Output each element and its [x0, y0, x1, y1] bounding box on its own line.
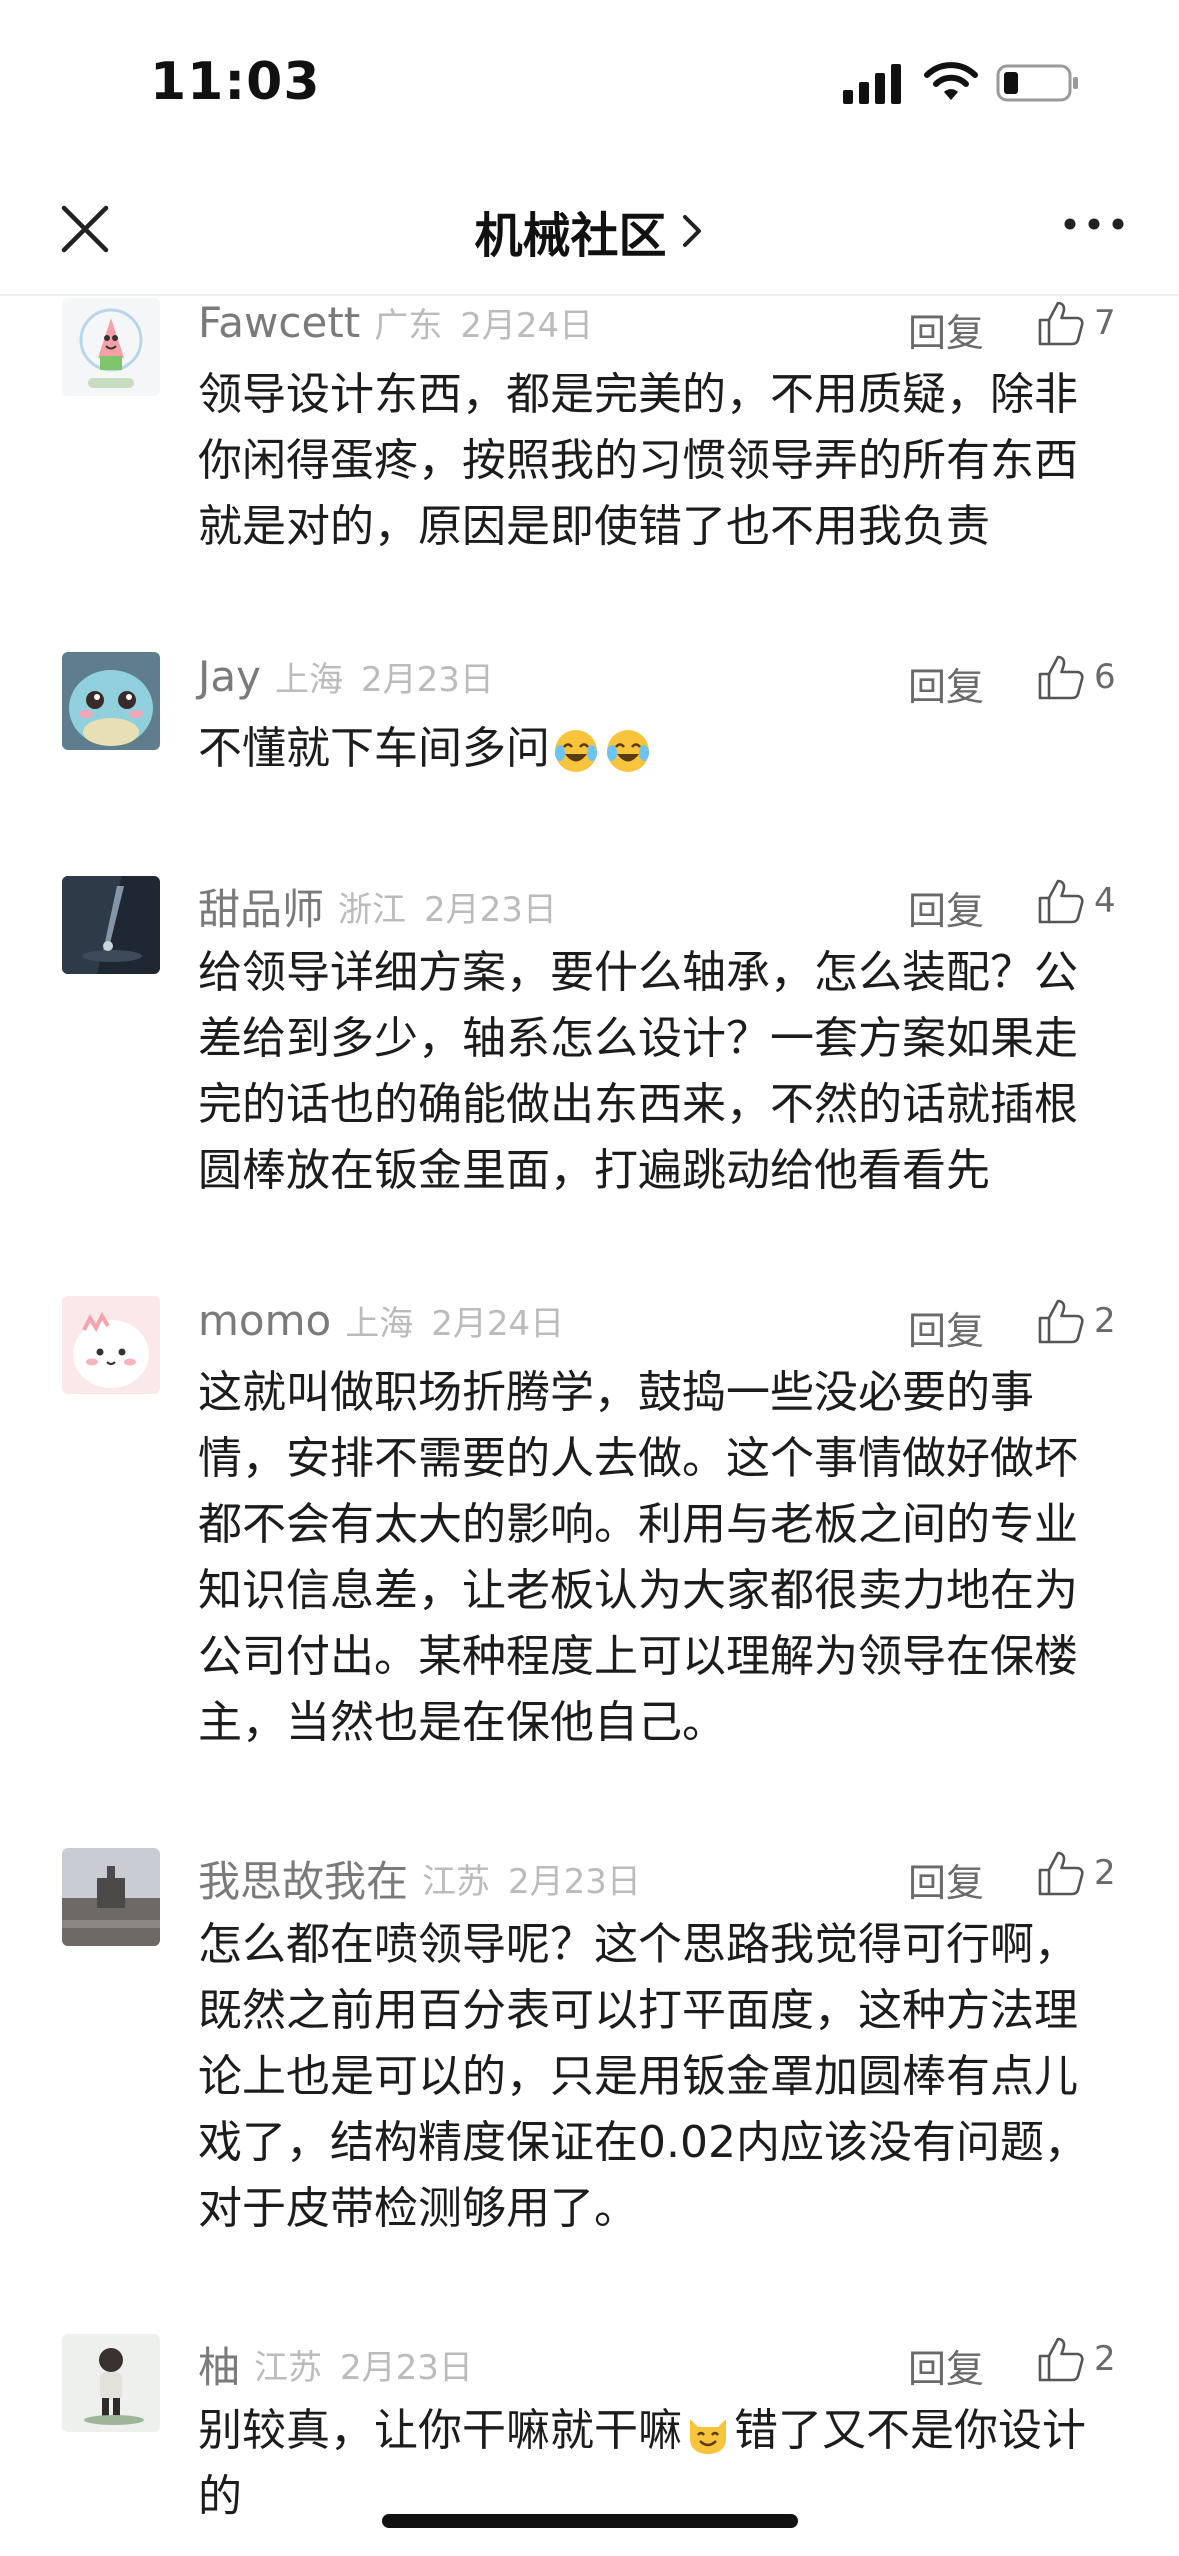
comment-text: 不懂就下车间多问 — [198, 723, 550, 774]
status-bar: 11:03 — [0, 0, 1179, 170]
avatar[interactable] — [62, 298, 160, 396]
comment-text: 别较真，让你干嘛就干嘛 — [198, 2405, 682, 2456]
location: 江苏 — [254, 2348, 323, 2388]
avatar[interactable] — [62, 1848, 160, 1946]
username[interactable]: 甜品师 — [198, 885, 324, 934]
comment-body: 领导设计东西，都是完美的，不用质疑，除非你闲得蛋疼，按照我的习惯领导弄的所有东西… — [198, 362, 1118, 560]
location: 浙江 — [338, 890, 407, 930]
like-button[interactable]: 7 — [1036, 298, 1116, 358]
thumbs-up-icon — [1038, 1851, 1084, 1896]
reply-button[interactable]: 回复 — [908, 1852, 984, 1907]
thumbs-up-icon — [1038, 655, 1084, 700]
username[interactable]: 我思故我在 — [198, 1857, 408, 1906]
like-button[interactable]: 2 — [1036, 1848, 1116, 1908]
location: 上海 — [274, 660, 343, 700]
location: 广东 — [374, 306, 443, 346]
comment-text: 这就叫做职场折腾学，鼓捣一些没必要的事情，安排不需要的人去做。这个事情做好做坏都… — [198, 1367, 1078, 1748]
more-options-icon[interactable] — [1062, 204, 1126, 244]
status-time: 11:03 — [150, 52, 321, 112]
laugh-cry-emoji-icon — [607, 730, 649, 772]
like-button[interactable]: 2 — [1036, 1296, 1116, 1356]
thumbs-up-icon — [1038, 879, 1084, 924]
avatar[interactable] — [62, 876, 160, 974]
comment-meta: 我思故我在 江苏 2月23日 — [198, 1848, 641, 1908]
comment-body: 不懂就下车间多问 — [198, 716, 1118, 782]
like-count: 6 — [1094, 657, 1116, 697]
laugh-cry-emoji-icon — [555, 730, 597, 772]
date: 2月24日 — [431, 1304, 565, 1344]
cat-smile-emoji-icon — [690, 2419, 726, 2454]
like-button[interactable]: 4 — [1036, 876, 1116, 936]
reply-button[interactable]: 回复 — [908, 880, 984, 935]
reply-button[interactable]: 回复 — [908, 2338, 984, 2393]
community-title-link[interactable]: 机械社区 — [0, 196, 1179, 266]
thumbs-up-icon — [1038, 1299, 1084, 1344]
thumbs-up-icon — [1038, 301, 1084, 346]
chevron-right-icon — [682, 215, 701, 247]
date: 2月23日 — [508, 1862, 641, 1902]
comment-body: 这就叫做职场折腾学，鼓捣一些没必要的事情，安排不需要的人去做。这个事情做好做坏都… — [198, 1360, 1118, 1756]
reply-button[interactable]: 回复 — [908, 656, 984, 711]
avatar[interactable] — [62, 1296, 160, 1394]
date: 2月23日 — [424, 890, 557, 930]
comment-meta: 甜品师 浙江 2月23日 — [198, 876, 557, 936]
username[interactable]: Jay — [198, 652, 261, 701]
like-count: 2 — [1094, 1853, 1116, 1893]
comment-text: 领导设计东西，都是完美的，不用质疑，除非你闲得蛋疼，按照我的习惯领导弄的所有东西… — [198, 369, 1078, 552]
comment-meta: 柚江苏 2月23日 — [198, 2334, 473, 2394]
page-title: 机械社区 — [474, 208, 667, 264]
comment-meta: momo 上海 2月24日 — [198, 1296, 564, 1356]
comment-text: 怎么都在喷领导呢？这个思路我觉得可行啊，既然之前用百分表可以打平面度，这种方法理… — [198, 1919, 1088, 2234]
reply-button[interactable]: 回复 — [908, 1300, 984, 1355]
like-count: 4 — [1094, 881, 1116, 921]
location: 江苏 — [422, 1862, 491, 1902]
like-button[interactable]: 2 — [1036, 2334, 1116, 2394]
comment-body: 给领导详细方案，要什么轴承，怎么装配？公差给到多少，轴系怎么设计？一套方案如果走… — [198, 940, 1118, 1204]
username[interactable]: momo — [198, 1296, 331, 1345]
like-count: 2 — [1094, 2339, 1116, 2379]
comment-meta: Jay 上海 2月23日 — [198, 652, 494, 712]
comment-body: 别较真，让你干嘛就干嘛 错了又不是你设计的 — [198, 2398, 1118, 2530]
like-count: 2 — [1094, 1301, 1116, 1341]
cellular-signal-icon — [843, 64, 901, 104]
comment-body: 怎么都在喷领导呢？这个思路我觉得可行啊，既然之前用百分表可以打平面度，这种方法理… — [198, 1912, 1118, 2242]
date: 2月24日 — [460, 306, 594, 346]
thumbs-up-icon — [1038, 2337, 1084, 2382]
comment-text: 给领导详细方案，要什么轴承，怎么装配？公差给到多少，轴系怎么设计？一套方案如果走… — [198, 947, 1078, 1196]
date: 2月23日 — [360, 660, 494, 700]
nav-divider — [0, 294, 1179, 296]
location: 上海 — [345, 1304, 414, 1344]
home-indicator — [382, 2514, 798, 2528]
battery-icon — [996, 64, 1078, 102]
like-count: 7 — [1094, 303, 1116, 343]
avatar[interactable] — [62, 2334, 160, 2432]
username[interactable]: Fawcett — [198, 298, 360, 347]
comment-meta: Fawcett 广东 2月24日 — [198, 298, 593, 358]
wifi-icon — [924, 62, 978, 100]
like-button[interactable]: 6 — [1036, 652, 1116, 712]
reply-button[interactable]: 回复 — [908, 302, 984, 357]
username[interactable]: 柚 — [198, 2343, 240, 2392]
date: 2月23日 — [340, 2348, 473, 2388]
avatar[interactable] — [62, 652, 160, 750]
